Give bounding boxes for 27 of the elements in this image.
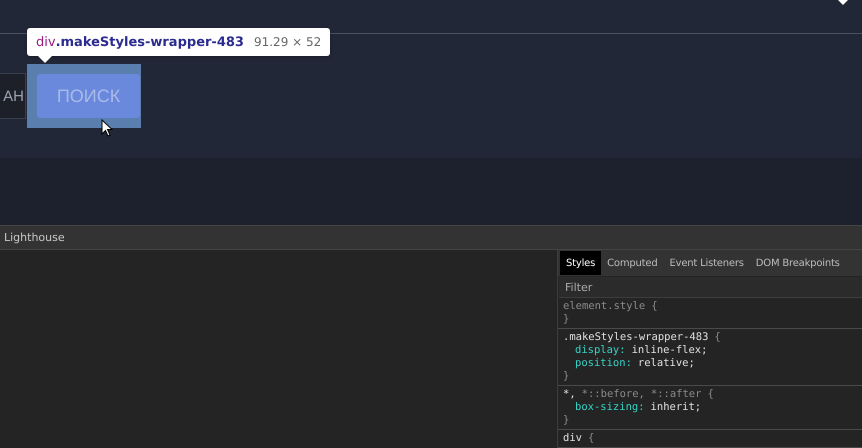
- brace: }: [563, 370, 570, 383]
- css-selector: .makeStyles-wrapper-483: [563, 331, 708, 344]
- css-property: position: relative;: [574, 357, 696, 370]
- devtools-tab[interactable]: Lighthouse: [4, 231, 65, 244]
- brace: {: [588, 432, 594, 445]
- styles-pane-tab[interactable]: DOM Breakpoints: [750, 251, 846, 275]
- cut-off-button[interactable]: АН: [0, 73, 26, 119]
- css-property: box-sizing: inherit;: [574, 401, 702, 414]
- brace: {: [651, 300, 658, 313]
- brace: {: [714, 331, 721, 344]
- brace: }: [563, 313, 570, 326]
- css-selector: element.style: [563, 300, 646, 313]
- css-property: display: inline-flex;: [574, 344, 708, 357]
- styles-pane-tab[interactable]: Styles: [560, 251, 602, 275]
- css-selector: *::after: [650, 388, 702, 401]
- chevron-icon[interactable]: [838, 0, 848, 6]
- filter-field[interactable]: Filter: [559, 277, 862, 298]
- css-selector: *::before,: [582, 388, 645, 401]
- element-selector: div.makeStyles-wrapper-483: [36, 34, 244, 50]
- brace: }: [563, 414, 570, 427]
- css-selector: *,: [563, 388, 576, 401]
- brace: {: [707, 388, 714, 401]
- mouse-cursor-icon: [101, 119, 113, 137]
- element-size: 91.29 × 52: [254, 35, 322, 49]
- styles-pane-tab[interactable]: Event Listeners: [664, 251, 750, 275]
- styles-pane-tab[interactable]: Computed: [601, 251, 664, 275]
- css-selector: div: [563, 432, 582, 445]
